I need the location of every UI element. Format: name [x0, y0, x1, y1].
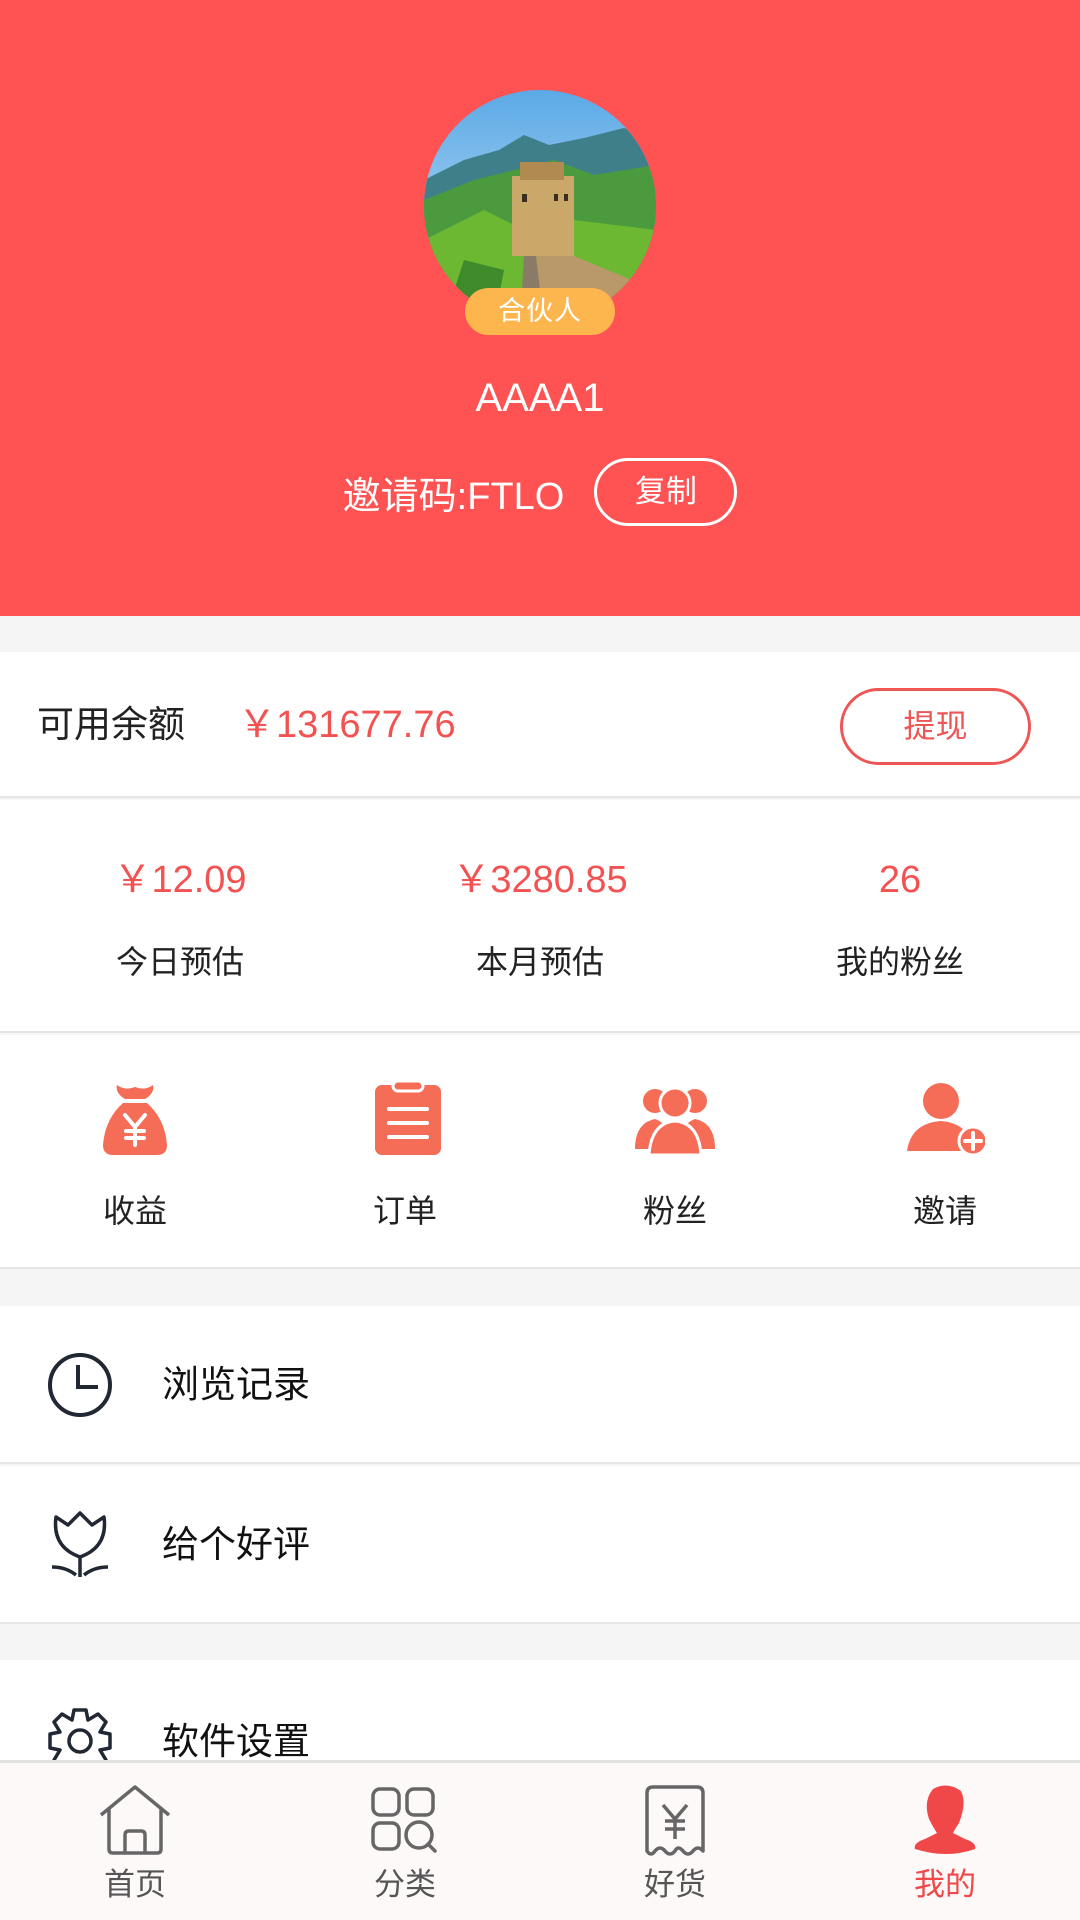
- menu-item-label: 给个好评: [162, 1523, 310, 1566]
- stats-row: ￥12.09 今日预估 ￥3280.85 本月预估 26 我的粉丝: [0, 800, 1080, 1033]
- profile-header: 合伙人 AAAA1 邀请码:FTLO 复制: [0, 0, 1080, 616]
- stat-label: 今日预估: [115, 943, 244, 981]
- tab-label: 我的: [914, 1867, 976, 1903]
- stat-month-estimate[interactable]: ￥3280.85 本月预估: [360, 800, 720, 1031]
- menu-item-rate-app[interactable]: 给个好评: [0, 1466, 1080, 1624]
- stat-today-estimate[interactable]: ￥12.09 今日预估: [0, 800, 360, 1031]
- shortcut-grid: 收益 订单 粉丝 邀请: [0, 1035, 1080, 1269]
- withdraw-button[interactable]: 提现: [840, 688, 1031, 765]
- partner-badge: 合伙人: [465, 288, 615, 335]
- tulip-icon: [46, 1511, 114, 1579]
- stat-label: 我的粉丝: [835, 943, 964, 981]
- clock-icon: [46, 1351, 114, 1419]
- menu-item-browse-history[interactable]: 浏览记录: [0, 1306, 1080, 1464]
- balance-value: ￥131677.76: [238, 704, 456, 746]
- money-bag-icon: [95, 1079, 175, 1159]
- tab-category[interactable]: 分类: [270, 1763, 540, 1920]
- user-icon: [907, 1783, 983, 1859]
- tab-home[interactable]: 首页: [0, 1763, 270, 1920]
- stat-value: ￥12.09: [113, 859, 247, 901]
- copy-invite-code-button[interactable]: 复制: [594, 458, 738, 526]
- stat-value: ￥3280.85: [452, 859, 628, 901]
- category-icon: [367, 1783, 443, 1859]
- grid-item-earnings[interactable]: 收益: [0, 1035, 270, 1267]
- tab-goods[interactable]: 好货: [540, 1763, 810, 1920]
- invite-code-row: 邀请码:FTLO 复制: [0, 458, 1080, 526]
- tab-label: 首页: [104, 1867, 166, 1903]
- balance-row: 可用余额 ￥131677.76 提现: [0, 652, 1080, 798]
- group-icon: [635, 1079, 715, 1159]
- grid-item-orders[interactable]: 订单: [270, 1035, 540, 1267]
- receipt-icon: [637, 1783, 713, 1859]
- grid-item-invite[interactable]: 邀请: [810, 1035, 1080, 1267]
- bottom-tab-bar: 首页 分类 好货 我的: [0, 1760, 1080, 1920]
- menu-item-label: 浏览记录: [162, 1363, 310, 1406]
- home-icon: [97, 1783, 173, 1859]
- balance-label: 可用余额: [37, 703, 185, 746]
- grid-label: 订单: [372, 1192, 437, 1230]
- grid-label: 收益: [102, 1192, 167, 1230]
- add-user-icon: [905, 1079, 985, 1159]
- clipboard-icon: [365, 1079, 445, 1159]
- tab-label: 好货: [644, 1867, 706, 1903]
- username: AAAA1: [475, 376, 605, 420]
- invite-code: 邀请码:FTLO: [342, 475, 565, 518]
- stat-my-fans[interactable]: 26 我的粉丝: [720, 800, 1080, 1031]
- tab-label: 分类: [374, 1867, 436, 1903]
- grid-item-fans[interactable]: 粉丝: [540, 1035, 810, 1267]
- stat-label: 本月预估: [475, 943, 604, 981]
- tab-mine[interactable]: 我的: [810, 1763, 1080, 1920]
- grid-label: 邀请: [912, 1192, 977, 1230]
- grid-label: 粉丝: [642, 1192, 707, 1230]
- menu-item-settings[interactable]: 软件设置: [0, 1660, 1080, 1774]
- stat-value: 26: [878, 859, 922, 901]
- profile-screen: 合伙人 AAAA1 邀请码:FTLO 复制 可用余额 ￥131677.76 提现…: [0, 0, 1080, 1920]
